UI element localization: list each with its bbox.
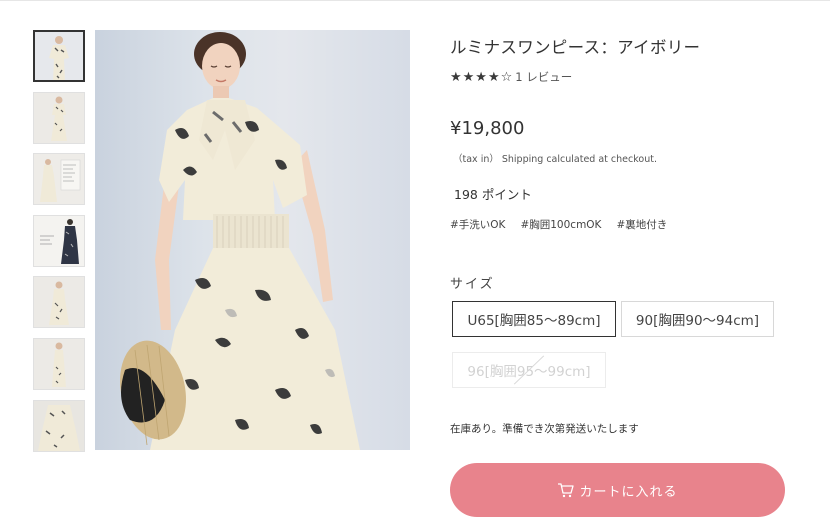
model-photo — [120, 32, 360, 450]
dress-image — [34, 401, 84, 451]
top-divider — [0, 0, 830, 1]
star-rating-icon: ★★★★☆ — [450, 69, 514, 85]
size-option-label: 90[胸囲90〜94cm] — [635, 313, 760, 329]
size-option-96-sold-out[interactable]: 96[胸囲95〜99cm] — [452, 352, 606, 388]
thumbnail-4[interactable] — [33, 215, 85, 267]
tax-note: （tax in） Shipping calculated at checkout… — [453, 154, 657, 165]
thumbnail-6[interactable] — [33, 338, 85, 390]
size-option-u65[interactable]: U65[胸囲85〜89cm] — [452, 301, 616, 337]
price: ¥19,800 — [450, 118, 525, 139]
add-to-cart-button[interactable]: カートに入れる — [450, 463, 785, 517]
main-product-image[interactable] — [95, 30, 410, 450]
dress-image — [34, 154, 84, 204]
thumbnail-7[interactable] — [33, 400, 85, 452]
dress-image — [35, 32, 83, 80]
size-option-label: U65[胸囲85〜89cm] — [467, 313, 601, 329]
size-option-90[interactable]: 90[胸囲90〜94cm] — [621, 301, 774, 337]
size-option-label: 96[胸囲95〜99cm] — [467, 364, 591, 380]
reward-points: 198 ポイント — [454, 187, 532, 202]
tag-item[interactable]: #裏地付き — [616, 217, 667, 232]
tag-item[interactable]: #胸囲100cmOK — [520, 217, 601, 232]
add-to-cart-label: カートに入れる — [579, 484, 678, 500]
review-count[interactable]: 1 レビュー — [515, 69, 572, 85]
thumbnail-2[interactable] — [33, 92, 85, 144]
dress-image — [34, 339, 84, 389]
dress-image — [34, 277, 84, 327]
thumbnail-3[interactable] — [33, 153, 85, 205]
thumbnail-1[interactable] — [33, 30, 85, 82]
dress-image — [34, 216, 84, 266]
dress-image — [34, 93, 84, 143]
product-title: ルミナスワンピース：アイボリー — [450, 38, 701, 57]
size-label: サイズ — [450, 277, 495, 292]
rating[interactable]: ★★★★☆ 1 レビュー — [450, 69, 572, 85]
tag-list: #手洗いOK #胸囲100cmOK #裏地付き — [450, 217, 667, 232]
stock-status: 在庫あり。準備でき次第発送いたします — [450, 423, 639, 435]
thumbnail-5[interactable] — [33, 276, 85, 328]
cart-icon — [557, 482, 575, 498]
tag-item[interactable]: #手洗いOK — [450, 217, 505, 232]
